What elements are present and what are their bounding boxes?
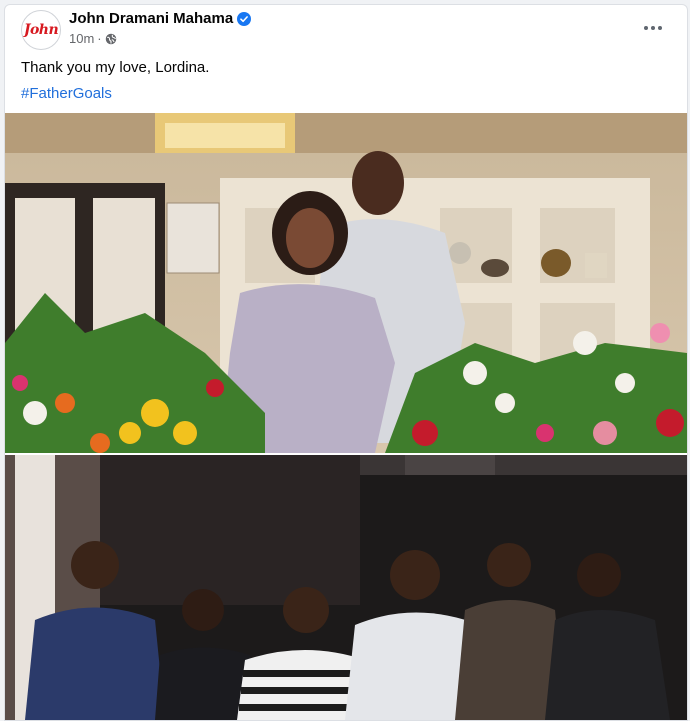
more-dot-icon bbox=[644, 26, 648, 30]
verified-badge-icon bbox=[237, 11, 252, 26]
author-name-row: John Dramani Mahama bbox=[69, 10, 252, 27]
author-avatar[interactable]: John bbox=[21, 10, 61, 50]
couple-photo-image bbox=[5, 113, 687, 453]
post-header: John John Dramani Mahama 10m · bbox=[5, 5, 687, 57]
post-text: Thank you my love, Lordina. bbox=[21, 59, 210, 76]
post-card: John John Dramani Mahama 10m · Thank you… bbox=[4, 4, 688, 721]
post-photo-couple[interactable] bbox=[5, 113, 687, 453]
more-dot-icon bbox=[651, 26, 655, 30]
more-options-button[interactable] bbox=[639, 17, 667, 39]
more-dot-icon bbox=[658, 26, 662, 30]
globe-icon[interactable] bbox=[105, 33, 117, 45]
post-time[interactable]: 10m bbox=[69, 31, 94, 46]
post-photo-family[interactable] bbox=[5, 455, 687, 720]
avatar-logo-text: John bbox=[23, 22, 59, 38]
hashtag-link[interactable]: #FatherGoals bbox=[21, 85, 112, 102]
post-meta: 10m · bbox=[69, 31, 117, 46]
meta-separator: · bbox=[97, 31, 102, 46]
family-photo-image bbox=[5, 455, 687, 720]
author-name[interactable]: John Dramani Mahama bbox=[69, 10, 233, 27]
